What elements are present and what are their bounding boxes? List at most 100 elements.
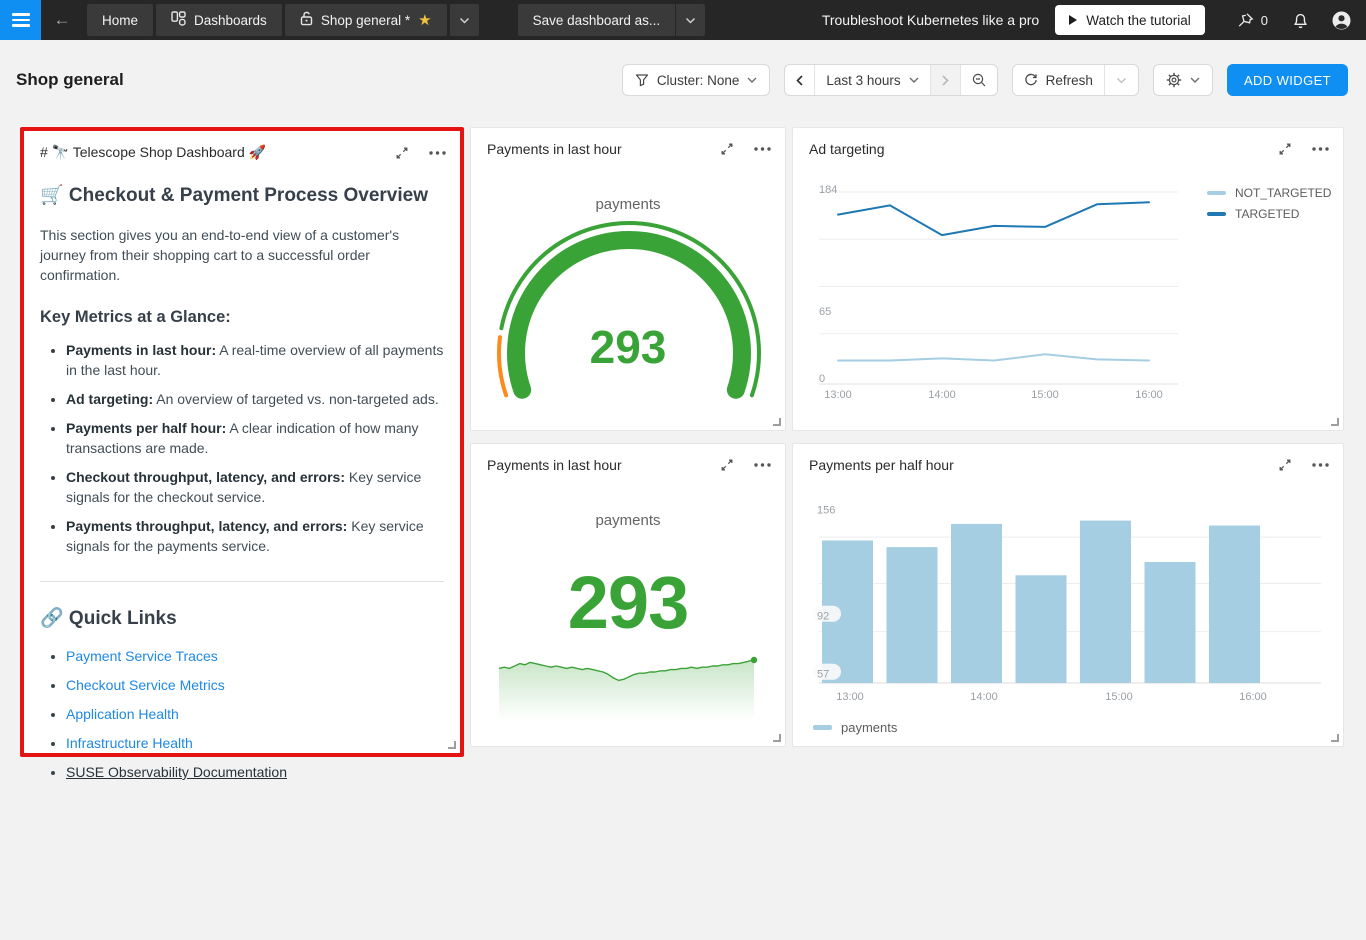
watch-tutorial-button[interactable]: Watch the tutorial [1055,5,1205,35]
svg-text:13:00: 13:00 [836,691,864,703]
play-icon [1069,15,1077,25]
legend-item[interactable]: NOT_TARGETED [1207,186,1331,200]
page-title: Shop general [16,70,124,90]
refresh-button[interactable]: Refresh [1013,65,1104,95]
notifications-button[interactable] [1292,11,1309,29]
gauge-value: 293 [471,320,785,374]
svg-text:13:00: 13:00 [824,389,852,401]
tab-label: Home [102,13,138,28]
dashboards-icon [171,11,186,29]
settings-button[interactable] [1153,64,1213,96]
tab-dashboards[interactable]: Dashboards [156,4,282,36]
save-dashboard-chevron[interactable] [675,4,705,36]
tab-home[interactable]: Home [87,4,153,36]
user-avatar-button[interactable] [1331,10,1352,31]
chevron-down-icon [459,17,470,24]
metric-item: Payments throughput, latency, and errors… [66,516,444,556]
filter-funnel-icon [635,73,649,87]
quick-link[interactable]: Payment Service Traces [66,648,218,664]
expand-widget-icon[interactable] [720,458,734,472]
time-range-group: Last 3 hours [784,64,997,96]
svg-text:14:00: 14:00 [928,389,956,401]
pin-count: 0 [1261,13,1268,28]
divider [40,581,444,582]
zoom-out-icon [972,73,986,87]
back-button[interactable]: ← [41,10,83,30]
resize-handle[interactable] [773,418,781,426]
metric-item: Payments in last hour: A real-time overv… [66,340,444,380]
widget-ad-targeting: Ad targeting 18465013:0014:0015:0016:00 … [792,127,1344,431]
time-back-button[interactable] [785,65,814,95]
sparkline-chart [495,648,763,726]
chevron-down-icon [685,17,696,24]
widget-markdown: # 🔭 Telescope Shop Dashboard 🚀 🛒 Checkou… [20,127,464,757]
favorite-star-icon[interactable]: ★ [418,13,431,28]
quick-links-list: Payment Service Traces Checkout Service M… [40,646,444,782]
chevron-down-icon [747,77,757,83]
tab-label: Dashboards [194,13,267,28]
svg-text:57: 57 [817,669,829,681]
quick-links-heading: 🔗 Quick Links [40,606,444,630]
chart-legend: payments [813,720,897,742]
time-forward-button[interactable] [930,65,960,95]
resize-handle[interactable] [773,734,781,742]
legend-item[interactable]: payments [813,720,897,735]
expand-widget-icon[interactable] [395,146,409,160]
legend-label: NOT_TARGETED [1235,186,1331,200]
save-dashboard-button[interactable]: Save dashboard as... [518,4,676,36]
widget-menu-icon[interactable] [754,463,771,467]
widget-title: # 🔭 Telescope Shop Dashboard 🚀 [40,144,395,161]
chart-legend: NOT_TARGETED TARGETED [1207,186,1331,228]
avatar-icon [1331,10,1352,31]
svg-text:0: 0 [819,373,825,385]
resize-handle[interactable] [1331,734,1339,742]
promo-text: Troubleshoot Kubernetes like a pro [822,12,1039,28]
metrics-list: Payments in last hour: A real-time overv… [40,340,444,556]
metric-name: payments [471,512,785,529]
svg-text:16:00: 16:00 [1239,691,1267,703]
widget-title: Payments in last hour [487,457,720,473]
legend-item[interactable]: TARGETED [1207,207,1331,221]
svg-text:184: 184 [819,184,837,196]
legend-swatch [813,725,832,730]
svg-text:16:00: 16:00 [1135,389,1163,401]
resize-handle[interactable] [1331,418,1339,426]
chevron-down-icon [909,77,919,83]
legend-label: TARGETED [1235,207,1299,221]
time-range-selector[interactable]: Last 3 hours [814,65,929,95]
chevron-right-icon [942,75,949,86]
refresh-options-chevron[interactable] [1104,65,1138,95]
tab-shop-general[interactable]: Shop general * ★ [285,4,447,36]
save-dashboard-group: Save dashboard as... [518,4,709,36]
pin-icon [1237,12,1254,29]
hamburger-icon [12,13,30,16]
tab-label: Shop general * [321,13,410,28]
gear-icon [1166,72,1182,88]
svg-text:15:00: 15:00 [1031,389,1059,401]
quick-link[interactable]: Application Health [66,706,179,722]
dashboard-app: ← Home Dashboards Shop gen [0,0,1366,940]
markdown-intro: This section gives you an end-to-end vie… [40,225,444,285]
chevron-left-icon [796,75,803,86]
tab-options-chevron[interactable] [450,4,479,36]
add-widget-button[interactable]: ADD WIDGET [1227,64,1348,96]
line-chart: 18465013:0014:0015:0016:00 [793,128,1345,432]
zoom-out-time-button[interactable] [960,65,997,95]
chevron-down-icon [1116,77,1127,84]
metric-value: 293 [471,560,785,645]
resize-handle[interactable] [448,741,456,749]
unlocked-padlock-icon [300,11,313,29]
widget-menu-icon[interactable] [429,151,446,155]
bell-icon [1292,11,1309,29]
quick-link[interactable]: Checkout Service Metrics [66,677,225,693]
widget-payments-bars: Payments per half hour 156925713:0014:00… [792,443,1344,747]
cluster-filter-button[interactable]: Cluster: None [622,64,771,96]
quick-link[interactable]: Infrastructure Health [66,735,193,751]
svg-text:156: 156 [817,505,835,517]
gauge-chart [471,128,787,432]
refresh-icon [1024,73,1038,87]
hamburger-menu-button[interactable] [0,0,41,40]
quick-link[interactable]: SUSE Observability Documentation [66,764,287,780]
widget-gauge: Payments in last hour payments 293 [470,127,786,431]
pinned-items-button[interactable]: 0 [1237,12,1268,29]
